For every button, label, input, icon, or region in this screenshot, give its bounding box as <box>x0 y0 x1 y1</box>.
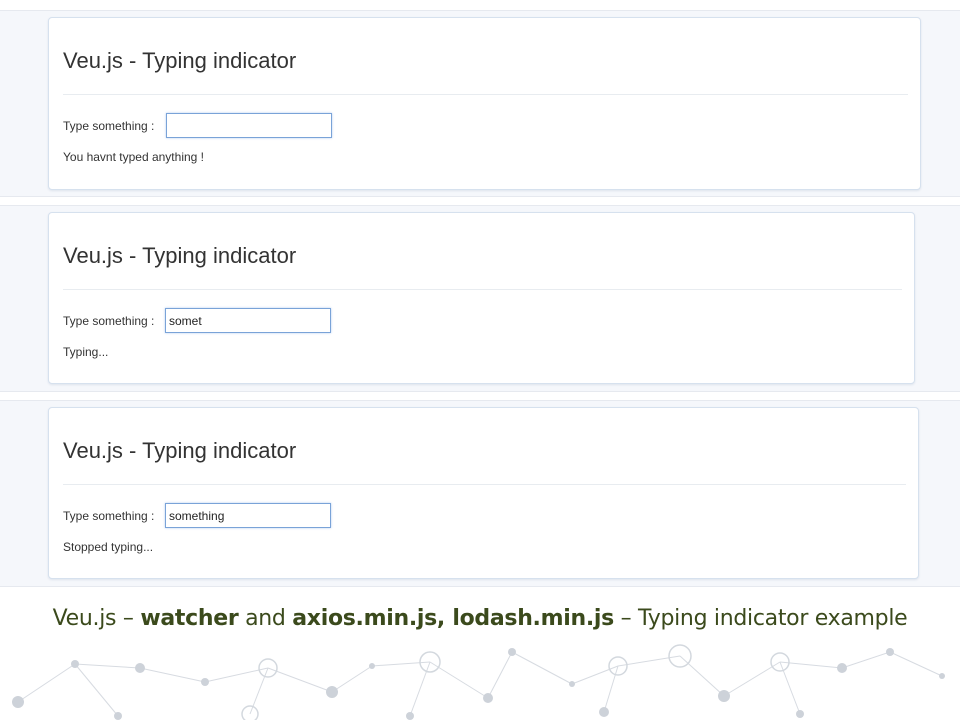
field-label: Type something : <box>63 119 155 133</box>
typing-status-text: Stopped typing... <box>63 540 154 554</box>
type-something-input[interactable] <box>165 503 331 528</box>
panel-title: Veu.js - Typing indicator <box>63 48 297 73</box>
type-something-input[interactable] <box>165 308 331 333</box>
panel-title: Veu.js - Typing indicator <box>63 243 297 268</box>
typing-panel-1: Veu.js - Typing indicator Type something… <box>48 17 921 190</box>
caption-part: – Typing indicator example <box>613 606 908 631</box>
divider <box>63 289 902 290</box>
divider <box>63 94 908 95</box>
slide-caption: Veu.js – watcher and axios.min.js, lodas… <box>0 606 960 631</box>
typing-status-text: Typing... <box>63 345 109 359</box>
caption-keyword: axios.min.js, lodash.min.js <box>292 606 614 631</box>
type-something-input[interactable] <box>166 113 332 138</box>
panel-title: Veu.js - Typing indicator <box>63 438 297 463</box>
field-label: Type something : <box>63 509 155 523</box>
typing-panel-3: Veu.js - Typing indicator Type something… <box>48 407 919 579</box>
field-label: Type something : <box>63 314 155 328</box>
network-dots-decoration <box>12 644 945 720</box>
caption-part: Veu.js – <box>52 606 141 631</box>
typing-status-text: You havnt typed anything ! <box>63 150 204 164</box>
divider <box>63 484 906 485</box>
caption-keyword: watcher <box>140 606 239 631</box>
typing-panel-2: Veu.js - Typing indicator Type something… <box>48 212 915 384</box>
caption-part: and <box>238 606 293 631</box>
